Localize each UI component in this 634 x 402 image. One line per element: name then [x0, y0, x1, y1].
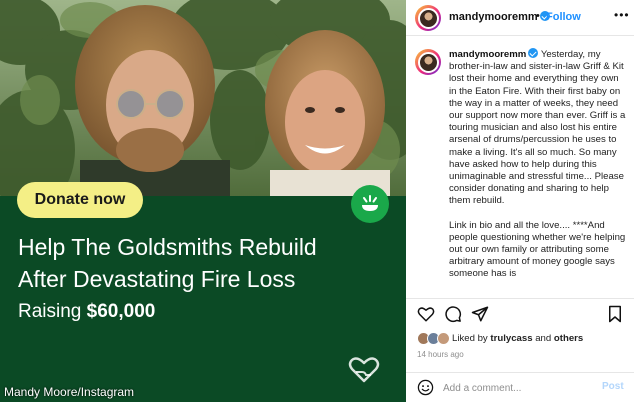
- likes-row: Liked by trulycass and others: [406, 331, 634, 347]
- post-header: mandymooremm • Follow •••: [406, 0, 634, 36]
- liked-prefix: Liked by: [452, 333, 488, 344]
- share-icon[interactable]: [471, 305, 489, 323]
- bookmark-icon[interactable]: [606, 305, 624, 323]
- post-timestamp[interactable]: 14 hours ago: [417, 350, 464, 359]
- post-sidebar: mandymooremm • Follow ••• mandymooremm Y…: [406, 0, 634, 402]
- comment-icon[interactable]: [444, 305, 462, 323]
- caption-username[interactable]: mandymooremm: [449, 49, 526, 60]
- photo-image: [0, 0, 406, 200]
- comment-bar: Post: [406, 372, 634, 402]
- heart-hand-icon: [348, 357, 380, 383]
- header-username[interactable]: mandymooremm: [449, 11, 550, 23]
- raising-amount: Raising $60,000: [18, 301, 155, 323]
- liker-avatar[interactable]: [437, 332, 450, 345]
- comment-input[interactable]: [443, 381, 593, 395]
- caption-avatar[interactable]: [415, 49, 441, 75]
- avatar[interactable]: [415, 5, 441, 31]
- campaign-title-line-2: After Devastating Fire Loss: [18, 266, 296, 292]
- post-comment-button[interactable]: Post: [602, 381, 624, 392]
- raising-value: $60,000: [86, 301, 156, 322]
- campaign-panel: [0, 196, 406, 402]
- caption-paragraph-1: Yesterday, my brother-in-law and sister-…: [449, 49, 626, 207]
- photo-credit: Mandy Moore/Instagram: [4, 385, 135, 399]
- gofundme-badge-icon: [351, 185, 389, 223]
- follow-button[interactable]: Follow: [546, 11, 581, 23]
- verified-badge-icon: [528, 48, 539, 58]
- post-media[interactable]: Donate now Help The Goldsmiths Rebuild A…: [0, 0, 406, 402]
- liked-by-text: Liked by trulycass and others: [452, 333, 583, 344]
- heart-icon[interactable]: [417, 305, 435, 323]
- raising-label: Raising: [18, 301, 82, 322]
- action-bar: [406, 298, 634, 328]
- liked-others-link[interactable]: others: [554, 333, 583, 344]
- caption-text: mandymooremm Yesterday, my brother-in-la…: [449, 48, 627, 293]
- caption-paragraph-2: Link in bio and all the love.... ****And…: [449, 219, 626, 280]
- liked-and: and: [535, 333, 552, 344]
- username-link[interactable]: mandymooremm: [449, 11, 538, 23]
- campaign-title-line-1: Help The Goldsmiths Rebuild: [18, 234, 317, 260]
- emoji-icon[interactable]: [417, 379, 434, 396]
- donate-button[interactable]: Donate now: [17, 182, 143, 218]
- campaign-title: Help The Goldsmiths Rebuild After Devast…: [18, 231, 378, 295]
- more-icon[interactable]: •••: [614, 8, 630, 22]
- caption-area: mandymooremm Yesterday, my brother-in-la…: [406, 44, 634, 299]
- separator-dot: •: [536, 10, 540, 22]
- liked-user-link[interactable]: trulycass: [490, 333, 532, 344]
